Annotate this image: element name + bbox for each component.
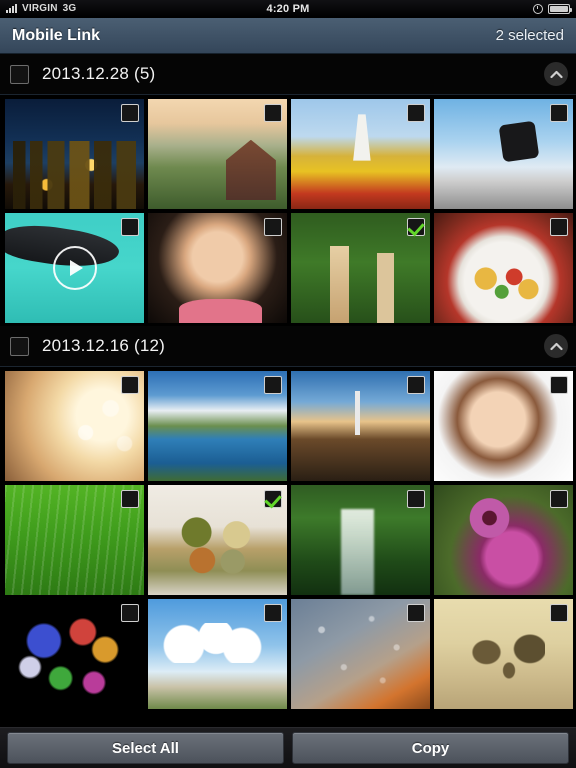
app-root: VIRGIN 3G 4:20 PM Mobile Link 2 selected…	[0, 0, 576, 768]
thumbnail-checkbox[interactable]	[264, 490, 282, 508]
select-all-button[interactable]: Select All	[7, 732, 284, 764]
thumbnail-wind-turbine-road[interactable]	[291, 371, 430, 481]
thumbnail-green-grass-dew[interactable]	[5, 485, 144, 595]
section-header-2013.12.28[interactable]: 2013.12.28 (5)	[0, 54, 576, 95]
thumbnail-checkbox[interactable]	[264, 376, 282, 394]
status-bar-right	[533, 3, 572, 14]
thumbnail-smiling-girl[interactable]	[148, 213, 287, 323]
thumbnail-penguin-video[interactable]	[5, 213, 144, 323]
status-bar: VIRGIN 3G 4:20 PM	[0, 0, 576, 18]
selection-count-label: 2 selected	[495, 27, 564, 44]
battery-full-icon	[548, 3, 572, 14]
section-checkbox[interactable]	[10, 64, 29, 84]
thumbnail-checkbox[interactable]	[264, 218, 282, 236]
thumbnail-checkbox[interactable]	[264, 104, 282, 122]
section-header-2013.12.16[interactable]: 2013.12.16 (12)	[0, 326, 576, 367]
thumbnail-checkbox[interactable]	[550, 104, 568, 122]
thumbnail-checkbox[interactable]	[121, 376, 139, 394]
thumbnail-checkbox[interactable]	[550, 490, 568, 508]
thumbnail-mossy-waterfall[interactable]	[291, 485, 430, 595]
thumbnail-checkbox[interactable]	[407, 218, 425, 236]
carrier-label: VIRGIN	[22, 3, 58, 14]
thumbnail-skateboarder-jump[interactable]	[434, 99, 573, 209]
section-title: 2013.12.16 (12)	[42, 336, 166, 355]
thumbnail-two-giraffes[interactable]	[291, 213, 430, 323]
thumbnail-checkbox[interactable]	[121, 218, 139, 236]
thumbnail-woman-blowing-bubbles[interactable]	[5, 371, 144, 481]
bottom-toolbar: Select All Copy	[0, 727, 576, 768]
thumbnail-checkbox[interactable]	[121, 604, 139, 622]
thumbnail-checkbox[interactable]	[264, 604, 282, 622]
thumbnail-checkbox[interactable]	[550, 604, 568, 622]
network-type-label: 3G	[62, 3, 77, 14]
thumbnail-blue-sky-clouds[interactable]	[148, 599, 287, 709]
alarm-clock-icon	[533, 3, 543, 14]
thumbnail-checkbox[interactable]	[407, 490, 425, 508]
section-title: 2013.12.28 (5)	[42, 64, 156, 83]
thumbnail-checkbox[interactable]	[121, 104, 139, 122]
thumbnail-water-droplets[interactable]	[291, 599, 430, 709]
thumbnail-windmill-tulips[interactable]	[291, 99, 430, 209]
title-bar: Mobile Link 2 selected	[0, 18, 576, 54]
thumbnail-grid-2013.12.28	[0, 95, 576, 326]
thumbnail-checkbox[interactable]	[407, 604, 425, 622]
thumbnail-fireworks[interactable]	[5, 599, 144, 709]
thumbnail-checkbox[interactable]	[550, 218, 568, 236]
thumbnail-mountain-lake[interactable]	[148, 371, 287, 481]
status-bar-left: VIRGIN 3G	[6, 3, 76, 14]
thumbnail-checkbox[interactable]	[550, 376, 568, 394]
thumbnail-portrait-woman[interactable]	[434, 371, 573, 481]
signal-bars-icon	[6, 4, 17, 13]
chevron-up-icon[interactable]	[544, 62, 568, 86]
thumbnail-checkbox[interactable]	[407, 104, 425, 122]
thumbnail-pink-coneflowers[interactable]	[434, 485, 573, 595]
chevron-up-icon[interactable]	[544, 334, 568, 358]
page-title: Mobile Link	[12, 26, 100, 44]
thumbnail-checkbox[interactable]	[407, 376, 425, 394]
section-checkbox[interactable]	[10, 336, 29, 356]
clock-label: 4:20 PM	[266, 2, 310, 15]
play-video-icon[interactable]	[52, 246, 97, 290]
thumbnail-grid-2013.12.16	[0, 367, 576, 712]
thumbnail-family-in-bed[interactable]	[148, 485, 287, 595]
thumbnail-checkbox[interactable]	[121, 490, 139, 508]
thumbnail-hillside-cottage[interactable]	[148, 99, 287, 209]
gallery-scroll-area[interactable]: 2013.12.28 (5) 2013.12.16 (12)	[0, 54, 576, 727]
thumbnail-pasta-salad[interactable]	[434, 213, 573, 323]
thumbnail-family-on-beach[interactable]	[434, 599, 573, 709]
thumbnail-city-skyline-night[interactable]	[5, 99, 144, 209]
copy-button[interactable]: Copy	[292, 732, 569, 764]
